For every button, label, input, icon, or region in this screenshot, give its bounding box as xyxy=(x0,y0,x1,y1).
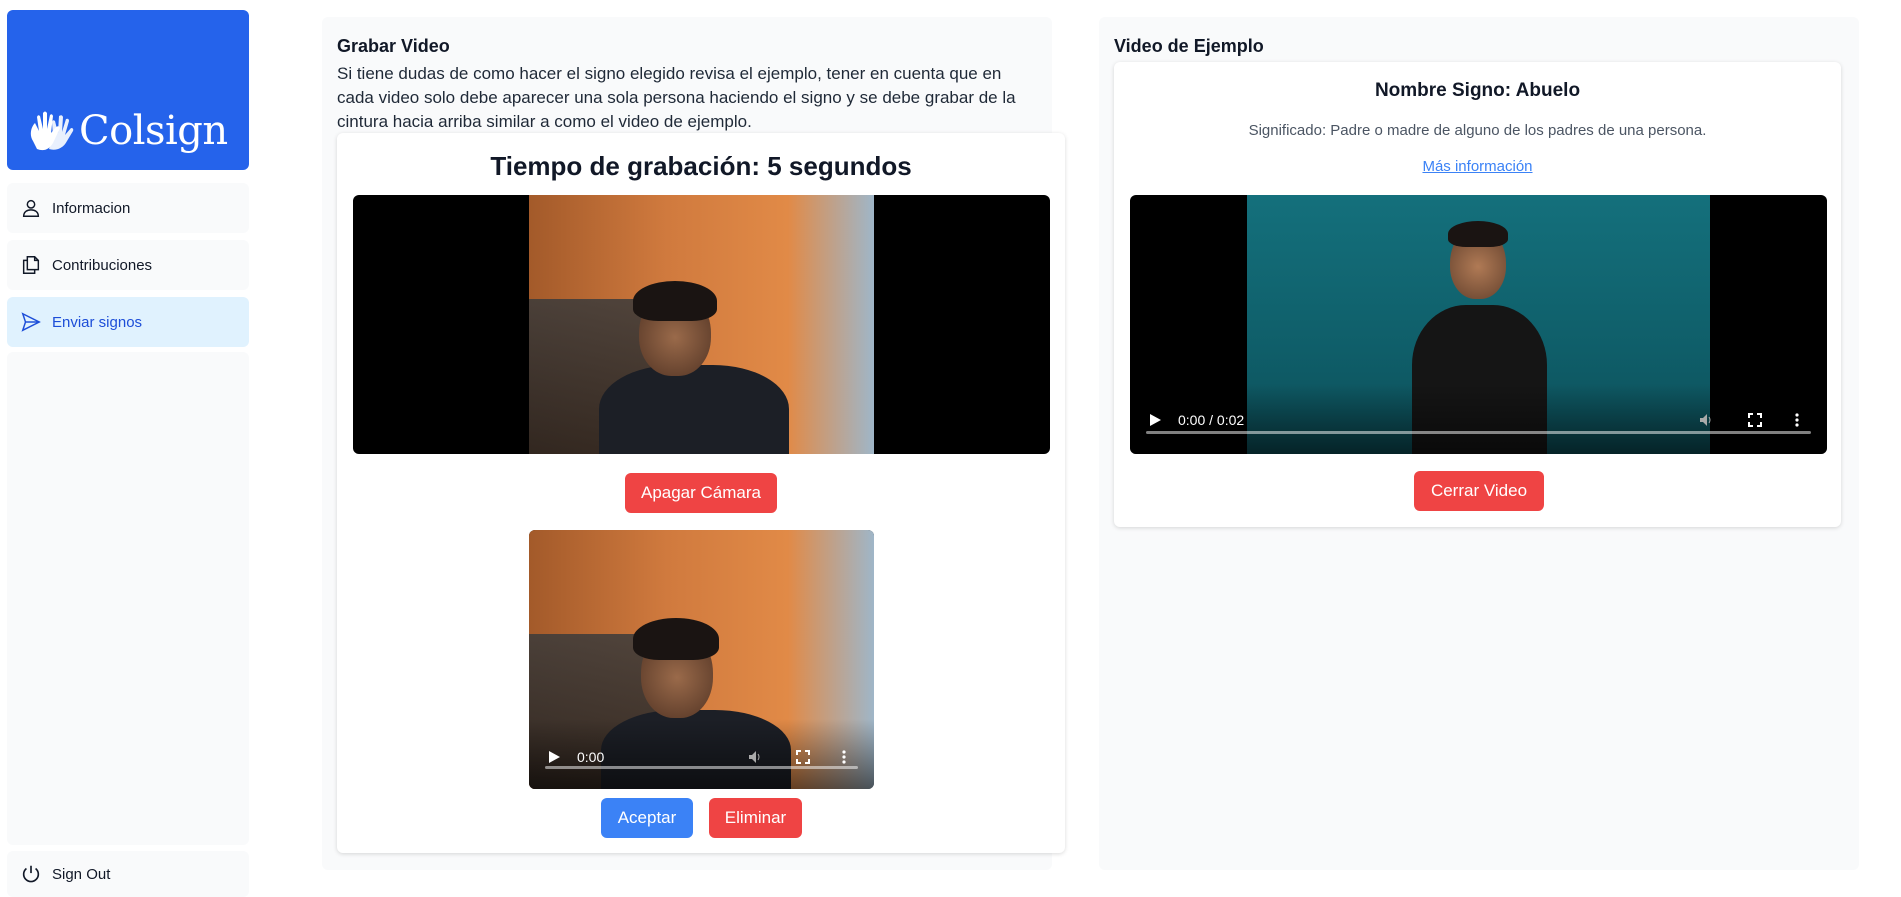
play-icon[interactable] xyxy=(547,750,561,764)
video-controls: 0:00 xyxy=(529,719,874,789)
recording-time-label: Tiempo de grabación: 5 segundos xyxy=(490,151,912,181)
example-panel: Video de Ejemplo Nombre Signo: Abuelo Si… xyxy=(1099,17,1859,870)
volume-icon[interactable] xyxy=(747,749,763,765)
sidebar-item-label: Contribuciones xyxy=(52,256,153,274)
sidebar-spacer xyxy=(7,352,249,845)
play-icon[interactable] xyxy=(1148,413,1162,427)
power-icon xyxy=(22,865,40,883)
turn-off-camera-button[interactable]: Apagar Cámara xyxy=(625,473,777,513)
fullscreen-icon[interactable] xyxy=(795,749,811,765)
brand-logo[interactable]: Colsign xyxy=(7,10,249,170)
video-controls: 0:00 / 0:02 xyxy=(1130,384,1827,454)
sidebar: Colsign Informacion Contribuciones Envia… xyxy=(7,10,249,897)
more-options-icon[interactable] xyxy=(841,749,847,765)
hands-logo-icon xyxy=(30,111,74,151)
record-description: Si tiene dudas de como hacer el signo el… xyxy=(337,64,1016,131)
close-video-button[interactable]: Cerrar Video xyxy=(1414,471,1544,511)
example-playback-time: 0:00 / 0:02 xyxy=(1178,412,1245,428)
playback-time: 0:00 xyxy=(577,749,605,765)
recorded-video-player[interactable]: 0:00 xyxy=(529,530,874,789)
example-card: Nombre Signo: Abuelo Significado: Padre … xyxy=(1114,62,1841,527)
brand-name: Colsign xyxy=(79,108,228,154)
sign-out-button[interactable]: Sign Out xyxy=(7,851,249,897)
fullscreen-icon[interactable] xyxy=(1747,412,1763,428)
sign-name: Nombre Signo: Abuelo xyxy=(1374,80,1581,101)
camera-feed xyxy=(529,195,874,454)
progress-bar[interactable] xyxy=(545,766,858,769)
record-panel: Grabar Video Si tiene dudas de como hace… xyxy=(322,17,1065,870)
accept-button[interactable]: Aceptar xyxy=(601,798,693,838)
example-title: Video de Ejemplo xyxy=(1114,36,1264,56)
sidebar-item-label: Informacion xyxy=(52,199,131,217)
live-camera-video[interactable] xyxy=(353,195,1050,454)
example-video-player[interactable]: 0:00 / 0:02 xyxy=(1130,195,1827,454)
record-title: Grabar Video xyxy=(337,36,450,56)
sidebar-item-contribuciones[interactable]: Contribuciones xyxy=(7,240,249,290)
sidebar-item-enviar-signos[interactable]: Enviar signos xyxy=(7,297,249,347)
user-icon xyxy=(22,199,40,217)
send-icon xyxy=(21,312,41,332)
sign-meaning: Significado: Padre o madre de alguno de … xyxy=(1248,122,1707,139)
sign-out-label: Sign Out xyxy=(52,865,111,883)
record-card: Tiempo de grabación: 5 segundos Apagar C… xyxy=(337,133,1065,853)
sidebar-item-informacion[interactable]: Informacion xyxy=(7,183,249,233)
progress-bar[interactable] xyxy=(1146,431,1811,434)
delete-button[interactable]: Eliminar xyxy=(709,798,802,838)
volume-icon[interactable] xyxy=(1698,412,1714,428)
logo-lockup: Colsign xyxy=(25,105,228,157)
more-options-icon[interactable] xyxy=(1794,412,1800,428)
sidebar-item-label: Enviar signos xyxy=(52,313,143,331)
more-info-link[interactable]: Más información xyxy=(1114,158,1841,175)
documents-icon xyxy=(22,256,40,274)
